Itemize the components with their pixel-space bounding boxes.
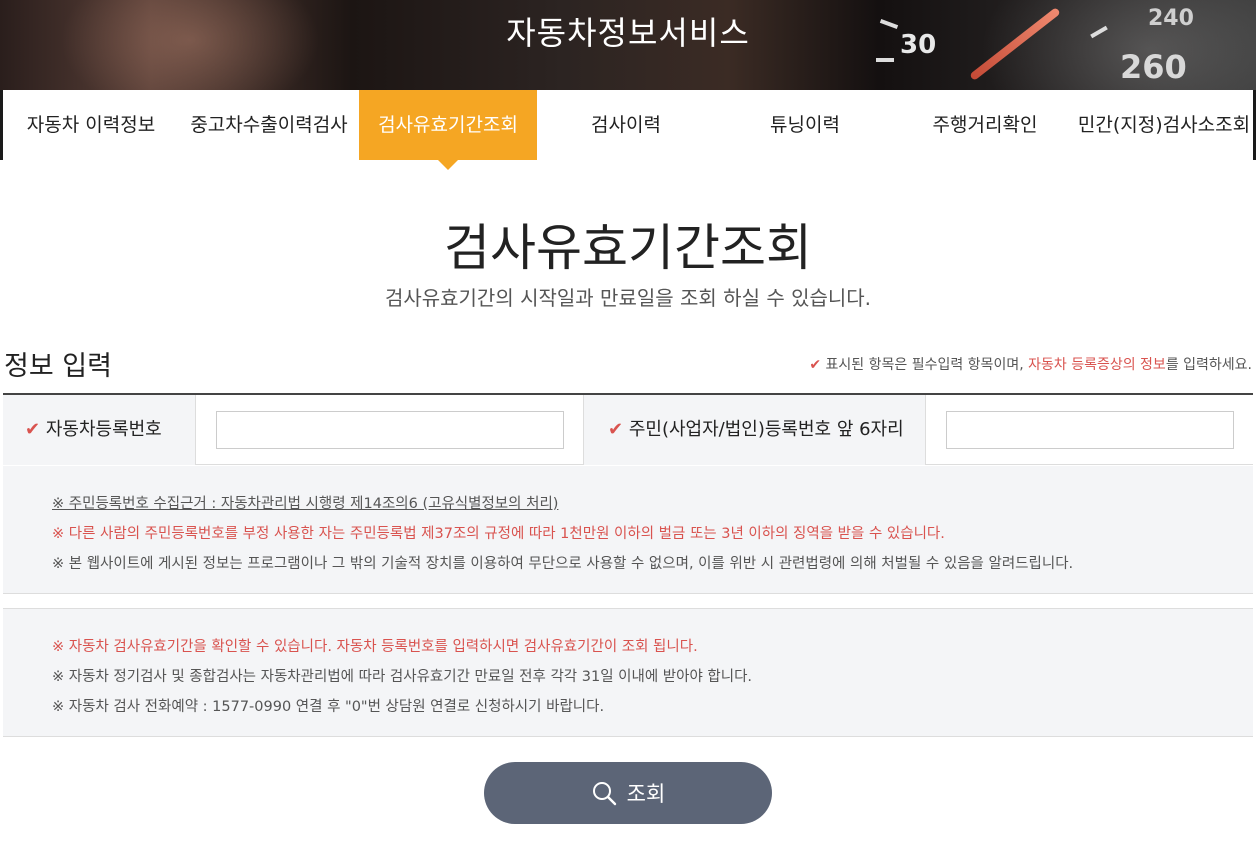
legal-notice-box: ※ 주민등록번호 수집근거 : 자동차관리법 시행령 제14조의6 (고유식별정… [3, 466, 1253, 594]
nav-item-inspection-history[interactable]: 검사이력 [537, 90, 715, 160]
gauge-tick [876, 58, 894, 62]
required-note-text: 표시된 항목은 필수입력 항목이며, [825, 357, 1029, 373]
required-note-text-end: 를 입력하세요. [1165, 357, 1252, 373]
nav-item-inspection-validity[interactable]: 검사유효기간조회 [359, 90, 537, 160]
check-icon: ✔ [809, 357, 822, 373]
search-button[interactable]: 조회 [484, 762, 772, 824]
main-nav: 자동차 이력정보 중고차수출이력검사 검사유효기간조회 검사이력 튜닝이력 주행… [0, 90, 1256, 160]
page-title: 검사유효기간조회 [444, 219, 812, 277]
notice-line: ※ 자동차 검사유효기간을 확인할 수 있습니다. 자동차 등록번호를 입력하시… [52, 639, 698, 655]
check-icon: ✔ [25, 419, 41, 440]
notice-line[interactable]: ※ 주민등록번호 수집근거 : 자동차관리법 시행령 제14조의6 (고유식별정… [52, 492, 558, 513]
id-number-label: ✔ 주민(사업자/법인)등록번호 앞 6자리 [583, 395, 926, 465]
id-number-label-text: 주민(사업자/법인)등록번호 앞 6자리 [628, 419, 904, 440]
search-icon [592, 782, 616, 806]
nav-item-vehicle-history[interactable]: 자동차 이력정보 [3, 90, 179, 160]
vehicle-number-input[interactable] [216, 411, 564, 449]
notice-line: ※ 본 웹사이트에 게시된 정보는 프로그램이나 그 밖의 기술적 장치를 이용… [52, 556, 1074, 572]
required-note-highlight: 자동차 등록증상의 정보 [1028, 357, 1166, 373]
vehicle-number-label: ✔ 자동차등록번호 [3, 395, 196, 465]
input-form: ✔ 자동차등록번호 ✔ 주민(사업자/법인)등록번호 앞 6자리 [3, 393, 1253, 465]
vehicle-number-label-text: 자동차등록번호 [45, 419, 162, 440]
notice-line: ※ 다른 사람의 주민등록번호를 부정 사용한 자는 주민등록법 제37조의 규… [52, 526, 945, 542]
notice-line: ※ 자동차 정기검사 및 종합검사는 자동차관리법에 따라 검사유효기간 만료일… [52, 669, 753, 685]
id-number-input[interactable] [946, 411, 1234, 449]
info-notice-box: ※ 자동차 검사유효기간을 확인할 수 있습니다. 자동차 등록번호를 입력하시… [3, 608, 1253, 737]
header-banner: 30 240 260 자동차정보서비스 [0, 0, 1256, 90]
nav-item-mileage-check[interactable]: 주행거리확인 [895, 90, 1075, 160]
active-tab-indicator [438, 160, 458, 170]
notice-line: ※ 자동차 검사 전화예약 : 1577-0990 연결 후 "0"번 상담원 … [52, 699, 605, 715]
check-icon: ✔ [608, 419, 624, 440]
required-note: ✔ 표시된 항목은 필수입력 항목이며, 자동차 등록증상의 정보를 입력하세요… [809, 354, 1252, 374]
section-title: 정보 입력 [4, 351, 112, 382]
nav-item-private-inspection[interactable]: 민간(지정)검사소조회 [1075, 90, 1253, 160]
nav-item-tuning-history[interactable]: 튜닝이력 [715, 90, 895, 160]
site-title: 자동차정보서비스 [506, 14, 750, 52]
nav-item-export-history[interactable]: 중고차수출이력검사 [179, 90, 359, 160]
page-subtitle: 검사유효기간의 시작일과 만료일을 조회 하실 수 있습니다. [384, 286, 872, 310]
search-button-label: 조회 [626, 782, 666, 806]
